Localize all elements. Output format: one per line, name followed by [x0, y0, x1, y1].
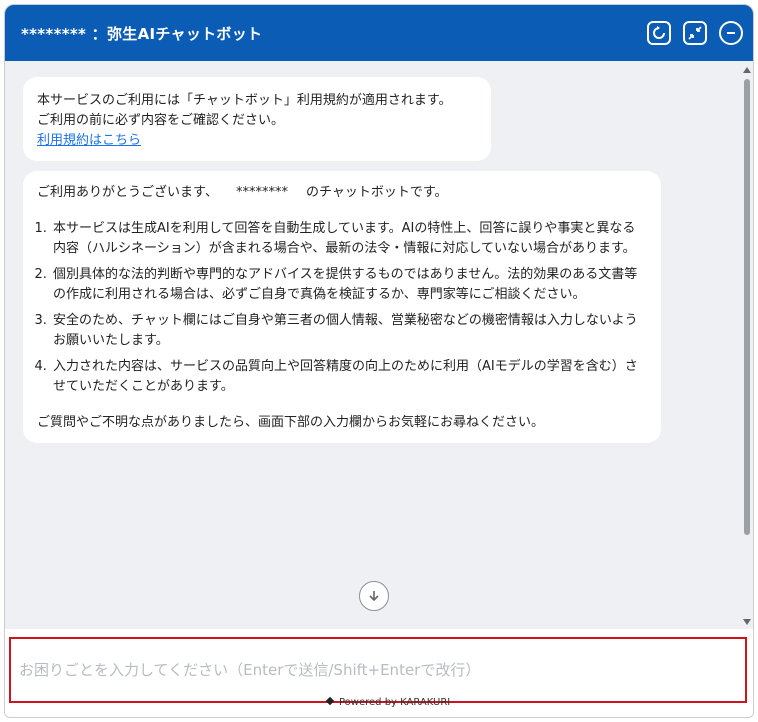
chatbot-window: ******** ：弥生AIチャットボット 本サービスのご利用には「チャットボッ… [4, 4, 754, 718]
input-area: Powered by KARAKURI [5, 629, 753, 717]
notice-item: 個別具体的な法的判断や専門的なアドバイスを提供するものではありません。法的効果の… [51, 265, 647, 305]
welcome-message: ご利用ありがとうございます、 ******** のチャットボットです。 本サービスは… [23, 171, 661, 443]
minimize-icon[interactable] [719, 21, 743, 45]
terms-link[interactable]: 利用規約はこちら [37, 133, 141, 148]
powered-by-text: Powered by KARAKURI [339, 697, 451, 708]
refresh-icon[interactable] [647, 21, 671, 45]
scroll-to-bottom-button[interactable] [359, 581, 389, 611]
notice-list: 本サービスは生成AIを利用して回答を自動生成しています。AIの特性上、回答に誤り… [37, 219, 647, 397]
shrink-icon[interactable] [683, 21, 707, 45]
greeting-suffix: のチャットボットです。 [305, 185, 448, 200]
scroll-down-icon[interactable] [743, 619, 751, 625]
chat-title: ******** ：弥生AIチャットボット [21, 25, 263, 43]
terms-message: 本サービスのご利用には「チャットボット」利用規約が適用されます。 ご利用の前に必… [23, 77, 491, 161]
message-input[interactable] [17, 657, 721, 683]
arrow-down-icon [369, 591, 379, 602]
chat-widget-frame: ******** ：弥生AIチャットボット 本サービスのご利用には「チャットボッ… [0, 0, 758, 722]
greeting-prefix: ご利用ありがとうございます、 [37, 185, 218, 200]
scrollbar[interactable] [741, 61, 753, 629]
terms-line-2: ご利用の前に必ず内容をご確認ください。 [37, 113, 285, 128]
terms-line-1: 本サービスのご利用には「チャットボット」利用規約が適用されます。 [37, 93, 452, 108]
karakuri-logo-icon [325, 698, 335, 708]
powered-by: Powered by KARAKURI [325, 697, 450, 708]
message-list[interactable]: 本サービスのご利用には「チャットボット」利用規約が適用されます。 ご利用の前に必… [5, 61, 745, 629]
notice-item: 本サービスは生成AIを利用して回答を自動生成しています。AIの特性上、回答に誤り… [51, 219, 647, 259]
message-input-box [9, 637, 747, 703]
scroll-up-icon[interactable] [743, 67, 751, 73]
notice-item: 安全のため、チャット欄にはご自身や第三者の個人情報、営業秘密などの機密情報は入力… [51, 311, 647, 351]
header-controls [647, 21, 743, 45]
closing-line: ご質問やご不明な点がありましたら、画面下部の入力欄からお気軽にお尋ねください。 [37, 415, 545, 430]
greeting-mask: ******** [235, 185, 288, 200]
chat-header: ******** ：弥生AIチャットボット [5, 5, 753, 61]
scroll-thumb[interactable] [744, 79, 750, 535]
notice-item: 入力された内容は、サービスの品質向上や回答精度の向上のために利用（AIモデルの学… [51, 357, 647, 397]
greeting-line: ご利用ありがとうございます、 ******** のチャットボットです。 [37, 183, 647, 203]
